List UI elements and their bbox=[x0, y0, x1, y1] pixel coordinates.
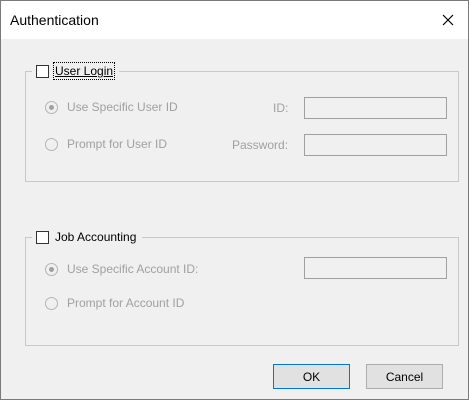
radio-indicator bbox=[45, 137, 58, 151]
radio-label: Use Specific Account ID: bbox=[67, 262, 199, 276]
radio-label: Use Specific User ID bbox=[67, 100, 178, 114]
job-accounting-checkbox[interactable] bbox=[36, 230, 49, 244]
user-login-label: User Login bbox=[52, 62, 116, 80]
job-accounting-header[interactable]: Job Accounting bbox=[32, 229, 143, 245]
prompt-for-user-id-radio[interactable]: Prompt for User ID bbox=[45, 137, 167, 151]
authentication-dialog: Authentication User Login Use Specific U… bbox=[0, 0, 469, 400]
radio-indicator bbox=[45, 262, 58, 276]
use-specific-account-id-radio[interactable]: Use Specific Account ID: bbox=[45, 262, 198, 276]
id-label: ID: bbox=[273, 101, 289, 115]
close-icon bbox=[442, 14, 454, 26]
ok-label: OK bbox=[302, 369, 321, 384]
window-title: Authentication bbox=[10, 12, 99, 28]
ok-button[interactable]: OK bbox=[273, 364, 350, 389]
user-login-group bbox=[25, 71, 459, 182]
user-login-checkbox[interactable] bbox=[36, 64, 49, 78]
user-login-header[interactable]: User Login bbox=[32, 62, 120, 80]
job-accounting-label: Job Accounting bbox=[55, 230, 137, 244]
account-id-input[interactable] bbox=[304, 257, 447, 279]
cancel-label: Cancel bbox=[385, 369, 424, 384]
radio-label: Prompt for Account ID bbox=[67, 296, 185, 310]
job-accounting-group bbox=[25, 237, 459, 346]
password-label: Password: bbox=[232, 138, 289, 152]
radio-indicator bbox=[45, 100, 58, 114]
password-input[interactable] bbox=[304, 134, 447, 156]
id-input[interactable] bbox=[304, 97, 447, 119]
use-specific-user-id-radio[interactable]: Use Specific User ID bbox=[45, 100, 178, 114]
cancel-button[interactable]: Cancel bbox=[366, 364, 443, 389]
prompt-for-account-id-radio[interactable]: Prompt for Account ID bbox=[45, 296, 184, 310]
title-bar: Authentication bbox=[1, 1, 468, 39]
radio-label: Prompt for User ID bbox=[67, 137, 168, 151]
close-button[interactable] bbox=[428, 1, 468, 39]
radio-indicator bbox=[45, 296, 58, 310]
